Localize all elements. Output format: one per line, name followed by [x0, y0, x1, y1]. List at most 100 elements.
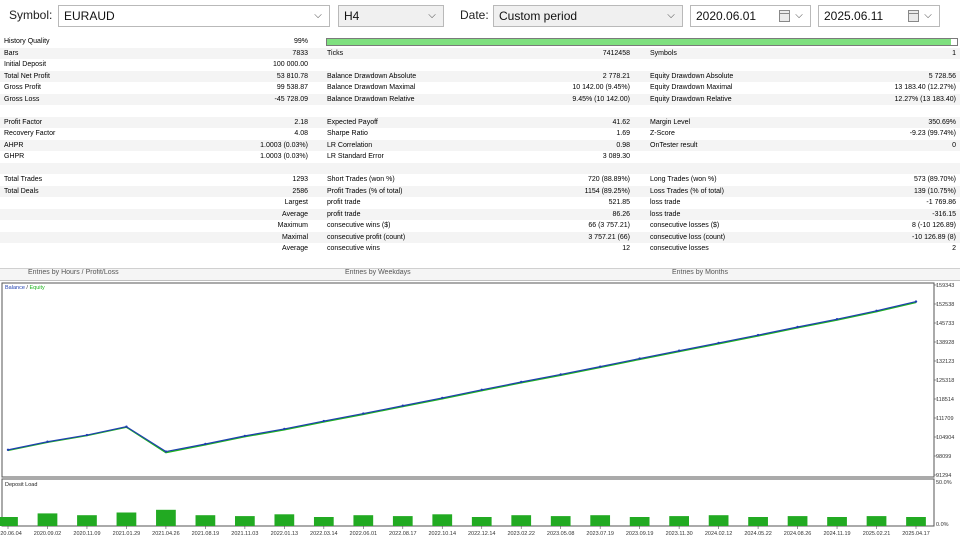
deposit-load-bar: [906, 517, 926, 526]
chevron-down-icon[interactable]: ⌵: [425, 6, 439, 26]
stat-label: Bars: [4, 49, 19, 57]
symbol-select[interactable]: EURAUD ⌵: [58, 5, 330, 27]
stat-label: LR Correlation: [327, 141, 373, 149]
stat-value: 350.69%: [928, 118, 956, 126]
stats-row: Average consecutive wins 12 consecutive los…: [0, 243, 960, 255]
balance-point: [283, 427, 286, 431]
stat-value: 0.98: [616, 141, 630, 149]
stat-label: Total Trades: [4, 176, 43, 183]
stat-label: profit trade: [327, 199, 361, 206]
stat-label: consecutive wins ($): [327, 222, 391, 229]
deposit-load-bar: [195, 515, 216, 526]
stats-row: Bars 7833 Ticks 7412458 Symbols 1: [0, 47, 960, 59]
history-quality-row: History Quality 99%: [0, 36, 960, 48]
calendar-icon[interactable]: [779, 10, 790, 22]
deposit-load-bar: [590, 515, 611, 526]
stats-row: GHPR 1.0003 (0.03%) LR Standard Error 3 089…: [0, 151, 960, 163]
x-tick-label: 2022.03.14: [310, 531, 338, 537]
stats-row: Initial Deposit 100 000.00: [0, 59, 960, 71]
stat-value: 573 (89.70%): [913, 176, 956, 183]
x-tick-label: 2023.07.19: [586, 531, 614, 537]
stat-value: 2.18: [294, 118, 308, 126]
balance-point: [362, 412, 365, 415]
x-tick-label: 2024.05.22: [744, 531, 772, 537]
balance-point: [85, 433, 89, 437]
chevron-down-icon[interactable]: ⌵: [311, 6, 325, 26]
balance-point: [520, 380, 523, 384]
y-tick-label: 91294: [936, 473, 951, 479]
balance-point: [401, 404, 404, 407]
deposit-load-bar: [748, 517, 768, 526]
y-tick-label: 125318: [936, 378, 954, 384]
stat-value: 0: [952, 141, 956, 149]
chevron-down-icon[interactable]: ⌵: [921, 6, 935, 26]
stat-value: -9.23 (99.74%): [909, 130, 956, 137]
balance-point: [677, 349, 681, 352]
stats-row: Average profit trade 86.26 loss trade -316.1…: [0, 208, 960, 220]
stat-value: 12.27% (13 183.40): [894, 95, 957, 103]
y-tick-label: 138928: [936, 340, 954, 346]
x-tick-label: 2021.11.03: [231, 531, 258, 537]
stats-row: Profit Factor 2.18 Expected Payoff 41.62 Mar…: [0, 116, 960, 128]
stat-label: Profit Factor: [4, 118, 43, 126]
date-from-picker[interactable]: 2020.06.01 ⌵: [690, 5, 811, 27]
stat-label: Balance Drawdown Absolute: [327, 72, 417, 80]
calendar-icon[interactable]: [908, 10, 919, 22]
date-to-picker[interactable]: 2025.06.11 ⌵: [818, 5, 940, 27]
stats-row: [0, 105, 960, 117]
stat-value: Maximum: [277, 222, 308, 229]
stat-label: consecutive losses ($): [650, 222, 720, 229]
stat-label: Gross Profit: [4, 84, 41, 91]
chevron-down-icon[interactable]: ⌵: [792, 6, 806, 26]
balance-point: [204, 442, 207, 446]
stat-value: -45 728.09: [274, 95, 308, 103]
stat-label: Balance Drawdown Maximal: [327, 84, 416, 91]
divider-label: Entries by Months: [672, 269, 729, 276]
stat-label: Loss Trades (% of total): [650, 187, 724, 195]
balance-equity-chart: Balance / Equity Deposit Load 159343 152538…: [0, 282, 954, 537]
report-section-divider: Entries by Hours / Profit/Loss Entries b…: [0, 268, 960, 281]
main-plot-frame: [1, 282, 935, 478]
stat-label: Recovery Factor: [4, 130, 56, 137]
symbol-value: EURAUD: [64, 9, 115, 23]
deposit-load-bar: [866, 516, 887, 526]
stat-value: 2586: [292, 187, 308, 195]
y-tick-label: 118514: [936, 397, 954, 403]
stat-value: 53 810.78: [276, 72, 308, 80]
period-select[interactable]: Custom period ⌵: [493, 5, 683, 27]
deposit-load-bar: [550, 516, 571, 526]
stat-value: 720 (88.89%): [587, 176, 630, 183]
stat-label: Total Net Profit: [4, 72, 50, 80]
divider-label: Entries by Hours / Profit/Loss: [28, 269, 119, 276]
x-tick-label: 2023.02.22: [507, 531, 535, 537]
balance-point: [164, 450, 168, 453]
deposit-load-bar: [313, 517, 334, 526]
x-tick-label: 2020.09.02: [34, 531, 62, 537]
stat-label: Total Deals: [4, 187, 39, 195]
deposit-load-bar: [274, 514, 295, 526]
deposit-load-bar: [77, 515, 97, 526]
load-tick-label: 50.0%: [936, 480, 952, 486]
stats-row: Maximum consecutive wins ($) 66 (3 757.21)…: [0, 220, 960, 232]
balance-point: [835, 317, 839, 321]
x-tick-label: 2022.10.14: [428, 531, 456, 537]
stat-label: GHPR: [4, 153, 25, 160]
stat-value: 1: [952, 49, 956, 57]
stat-label: OnTester result: [650, 141, 698, 149]
x-tick-label: 2024.02.12: [705, 531, 733, 537]
stat-value: 7412458: [602, 49, 630, 57]
stat-label: Symbols: [650, 49, 677, 57]
deposit-load-bar: [235, 516, 255, 526]
y-tick-label: 152538: [936, 302, 954, 308]
stat-label: Long Trades (won %): [650, 176, 717, 183]
stats-row: [0, 162, 960, 174]
chart-legend: Balance / Equity: [5, 285, 45, 291]
stats-row: AHPR 1.0003 (0.03%) LR Correlation 0.98 OnTe…: [0, 139, 960, 151]
timeframe-value: H4: [344, 9, 360, 23]
timeframe-select[interactable]: H4 ⌵: [338, 5, 444, 27]
deposit-load-bar: [629, 517, 650, 526]
deposit-load-bar: [432, 514, 453, 526]
stat-label: consecutive wins: [327, 245, 380, 252]
chevron-down-icon[interactable]: ⌵: [664, 6, 678, 26]
deposit-load-bar: [392, 516, 413, 526]
